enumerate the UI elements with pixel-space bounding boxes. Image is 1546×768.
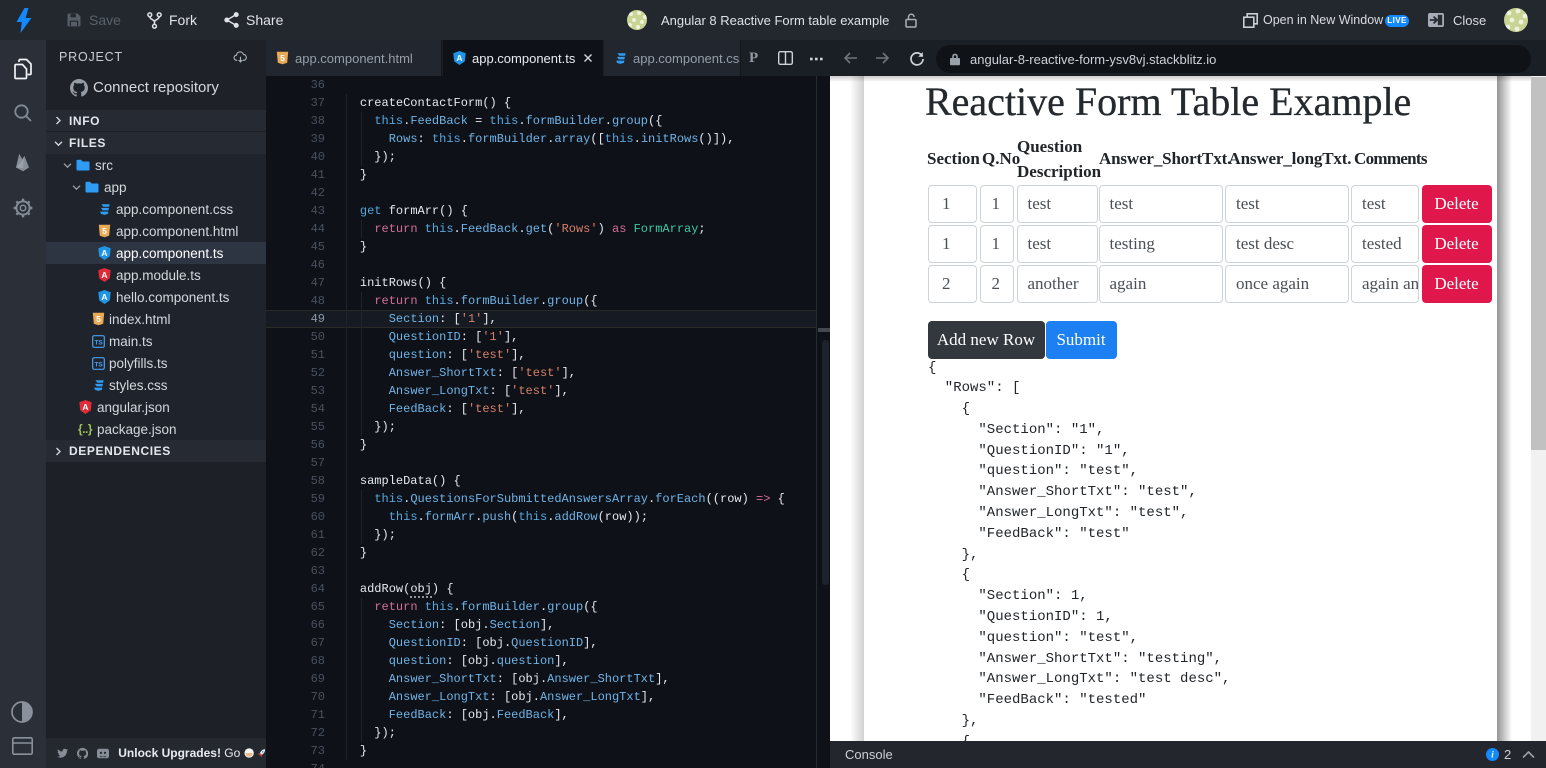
svg-text:A: A: [82, 402, 88, 412]
svg-text:A: A: [101, 270, 107, 280]
svg-text:A: A: [101, 248, 107, 258]
svg-text:5: 5: [96, 314, 101, 324]
svg-text:A: A: [456, 53, 462, 63]
svg-text:TS: TS: [94, 339, 103, 346]
svg-text:5: 5: [102, 226, 107, 236]
svg-text:TS: TS: [94, 361, 103, 368]
svg-text:A: A: [101, 292, 107, 302]
svg-text:5: 5: [280, 53, 285, 63]
